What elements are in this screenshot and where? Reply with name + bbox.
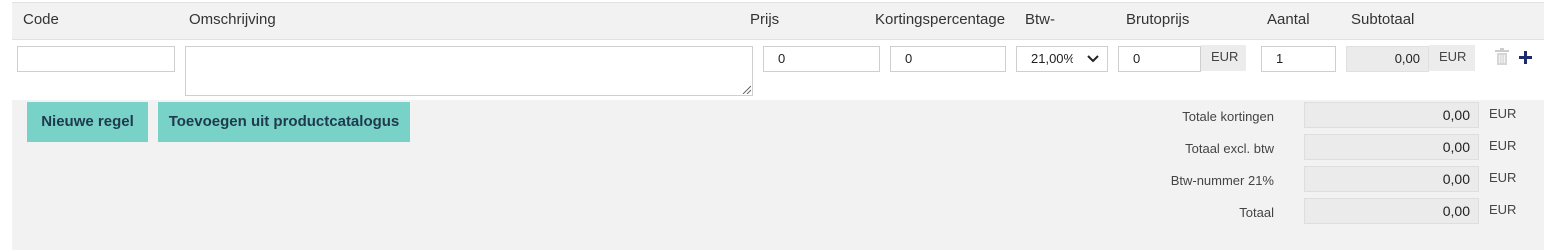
grand-total-value: 0,00 — [1304, 198, 1479, 224]
vat-rate-select[interactable]: 21,00% — [1016, 46, 1108, 72]
new-line-button[interactable]: Nieuwe regel — [27, 102, 148, 142]
total-discounts-currency: EUR — [1489, 106, 1517, 121]
column-header-description: Omschrijving — [189, 11, 276, 28]
column-header-price: Prijs — [750, 11, 780, 28]
code-input[interactable] — [17, 46, 175, 72]
column-header-vat: Btw- — [1025, 11, 1055, 28]
vat-21-value: 0,00 — [1304, 166, 1479, 192]
vat-21-currency: EUR — [1489, 170, 1517, 185]
description-textarea[interactable] — [185, 46, 753, 96]
resize-handle-icon[interactable] — [741, 84, 751, 94]
trash-icon[interactable] — [1495, 48, 1509, 65]
subtotal-value: 0,00 — [1346, 46, 1429, 72]
gross-price-currency: EUR — [1201, 45, 1246, 71]
vat-rate-value: 21,00% — [1031, 51, 1073, 66]
grand-total-label: Totaal — [1239, 205, 1274, 220]
total-excl-vat-currency: EUR — [1489, 138, 1517, 153]
column-header-gross-price: Brutoprijs — [1126, 11, 1190, 28]
column-header-discount: Kortingspercentage — [875, 11, 1006, 28]
total-discounts-label: Totale kortingen — [1182, 109, 1274, 124]
add-from-catalog-button[interactable]: Toevoegen uit productcatalogus — [158, 102, 410, 142]
quantity-input[interactable]: 1 — [1261, 46, 1336, 72]
plus-icon[interactable] — [1519, 51, 1532, 64]
chevron-down-icon — [1087, 55, 1099, 63]
price-input[interactable]: 0 — [763, 46, 880, 72]
column-header-code: Code — [23, 11, 59, 28]
total-excl-vat-value: 0,00 — [1304, 134, 1479, 160]
vat-21-label: Btw-nummer 21% — [1170, 173, 1274, 188]
gross-price-input[interactable]: 0 — [1118, 46, 1201, 72]
total-discounts-value: 0,00 — [1304, 102, 1479, 128]
discount-percentage-input[interactable]: 0 — [890, 46, 1006, 72]
column-header-subtotal: Subtotaal — [1351, 11, 1415, 28]
total-excl-vat-label: Totaal excl. btw — [1185, 141, 1274, 156]
column-header-quantity: Aantal — [1267, 11, 1310, 28]
subtotal-currency: EUR — [1429, 45, 1475, 71]
grand-total-currency: EUR — [1489, 202, 1517, 217]
